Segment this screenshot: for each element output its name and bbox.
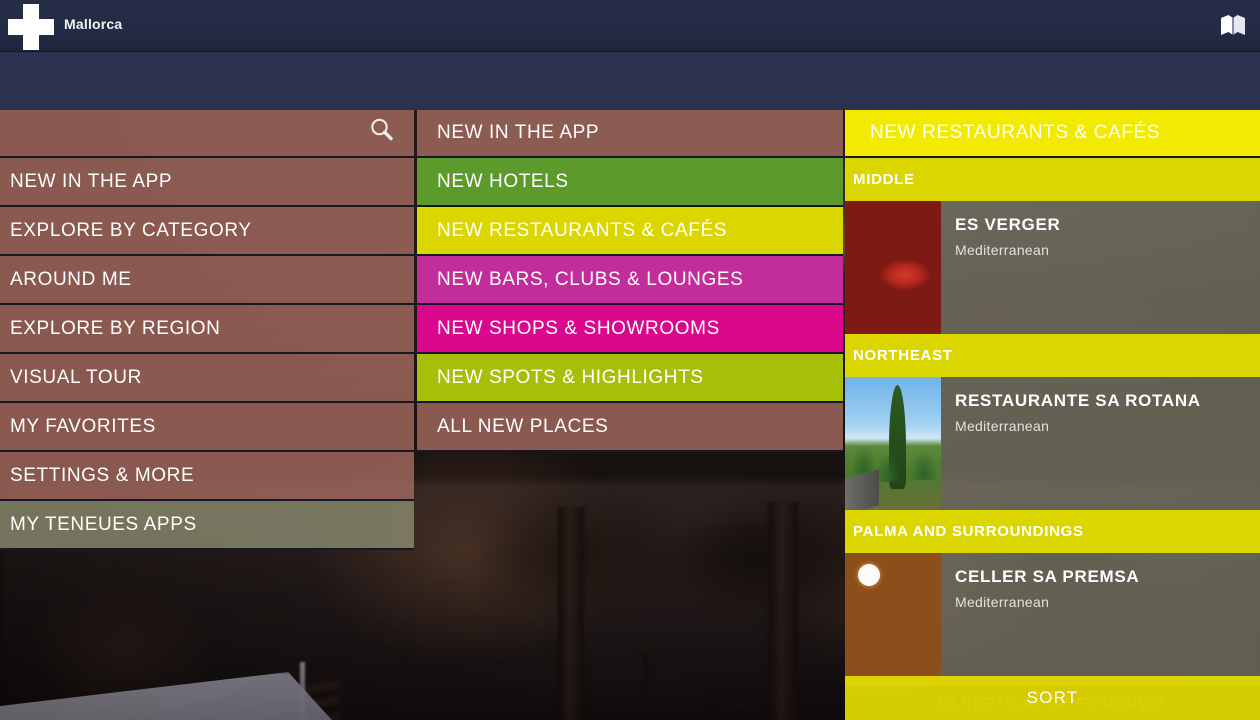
listing-thumbnail xyxy=(845,201,941,334)
sort-button[interactable]: SORT xyxy=(845,676,1260,720)
listing-subtitle: Mediterranean xyxy=(955,594,1050,610)
tile-label: ALL NEW PLACES xyxy=(437,415,609,437)
tile-new-spots-highlights[interactable]: NEW SPOTS & HIGHLIGHTS xyxy=(417,354,843,403)
listing-thumbnail xyxy=(845,553,941,686)
tile-new-restaurants-cafes[interactable]: NEW RESTAURANTS & CAFÉS xyxy=(417,207,843,256)
tile-label: NEW HOTELS xyxy=(437,170,569,192)
sort-button-label: SORT xyxy=(1026,688,1079,707)
search-bar[interactable] xyxy=(0,110,414,158)
sidebar-item-label: NEW IN THE APP xyxy=(10,170,173,192)
listing-subtitle: Mediterranean xyxy=(955,242,1050,258)
listing-meta: ES VERGER Mediterranean xyxy=(941,201,1260,334)
sidebar-item-label: MY TENEUES APPS xyxy=(10,513,197,535)
sidebar-item-explore-by-category[interactable]: EXPLORE BY CATEGORY xyxy=(0,207,414,256)
app-title: Mallorca xyxy=(64,16,123,32)
sidebar-item-label: MY FAVORITES xyxy=(10,415,156,437)
sidebar-item-label: SETTINGS & MORE xyxy=(10,464,195,486)
sidebar-item-my-teneues-apps[interactable]: MY TENEUES APPS xyxy=(0,501,414,550)
results-header-label: NEW RESTAURANTS & CAFÉS xyxy=(870,122,1161,143)
topbar-strip xyxy=(0,52,1260,110)
sidebar-item-explore-by-region[interactable]: EXPLORE BY REGION xyxy=(0,305,414,354)
sidebar-item-around-me[interactable]: AROUND ME xyxy=(0,256,414,305)
results-section-label: PALMA AND SURROUNDINGS xyxy=(853,523,1084,540)
results-section-label: MIDDLE xyxy=(853,171,915,188)
palm-shrub xyxy=(911,450,937,480)
sidebar: NEW IN THE APP EXPLORE BY CATEGORY AROUN… xyxy=(0,110,414,720)
list-item[interactable]: ES VERGER Mediterranean xyxy=(845,201,1260,334)
search-icon[interactable] xyxy=(368,116,396,150)
sidebar-item-label: AROUND ME xyxy=(10,268,132,290)
tile-all-new-places[interactable]: ALL NEW PLACES xyxy=(417,403,843,452)
results-section-middle: MIDDLE xyxy=(845,158,1260,201)
listing-thumbnail xyxy=(845,377,941,510)
listing-meta: CELLER SA PREMSA Mediterranean xyxy=(941,553,1260,686)
tile-label: NEW SHOPS & SHOWROOMS xyxy=(437,317,720,339)
listing-meta: RESTAURANTE SA ROTANA Mediterranean xyxy=(941,377,1260,510)
sidebar-item-visual-tour[interactable]: VISUAL TOUR xyxy=(0,354,414,403)
sidebar-item-settings-and-more[interactable]: SETTINGS & MORE xyxy=(0,452,414,501)
results-section-label: NORTHEAST xyxy=(853,347,953,364)
sidebar-item-label: EXPLORE BY REGION xyxy=(10,317,221,339)
results-header: NEW RESTAURANTS & CAFÉS xyxy=(845,110,1260,158)
tile-new-shops-showrooms[interactable]: NEW SHOPS & SHOWROOMS xyxy=(417,305,843,354)
tile-label: NEW SPOTS & HIGHLIGHTS xyxy=(437,366,704,388)
listing-title: RESTAURANTE SA ROTANA xyxy=(955,391,1201,410)
listing-subtitle: Mediterranean xyxy=(955,418,1050,434)
sidebar-item-new-in-the-app[interactable]: NEW IN THE APP xyxy=(0,158,414,207)
map-icon[interactable] xyxy=(1220,14,1246,36)
results-panel: NEW RESTAURANTS & CAFÉS MIDDLE ES VERGER… xyxy=(845,110,1260,720)
listing-title: CELLER SA PREMSA xyxy=(955,567,1140,586)
results-section-palma: PALMA AND SURROUNDINGS xyxy=(845,510,1260,553)
results-section-northeast: NORTHEAST xyxy=(845,334,1260,377)
tile-label: NEW BARS, CLUBS & LOUNGES xyxy=(437,268,744,290)
list-item[interactable]: CELLER SA PREMSA Mediterranean xyxy=(845,553,1260,686)
category-list-header-label: NEW IN THE APP xyxy=(437,122,600,143)
tile-new-hotels[interactable]: NEW HOTELS xyxy=(417,158,843,207)
category-list: NEW IN THE APP NEW HOTELS NEW RESTAURANT… xyxy=(417,110,843,720)
listing-title: ES VERGER xyxy=(955,215,1061,234)
sidebar-item-label: EXPLORE BY CATEGORY xyxy=(10,219,252,241)
cross-logo-icon[interactable] xyxy=(8,4,54,50)
list-item[interactable]: RESTAURANTE SA ROTANA Mediterranean xyxy=(845,377,1260,510)
tile-label: NEW RESTAURANTS & CAFÉS xyxy=(437,219,728,241)
topbar: Mallorca xyxy=(0,0,1260,52)
tile-new-bars-clubs-lounges[interactable]: NEW BARS, CLUBS & LOUNGES xyxy=(417,256,843,305)
content-columns: NEW IN THE APP EXPLORE BY CATEGORY AROUN… xyxy=(0,110,1260,720)
sidebar-item-label: VISUAL TOUR xyxy=(10,366,142,388)
sidebar-item-my-favorites[interactable]: MY FAVORITES xyxy=(0,403,414,452)
category-list-header: NEW IN THE APP xyxy=(417,110,843,158)
